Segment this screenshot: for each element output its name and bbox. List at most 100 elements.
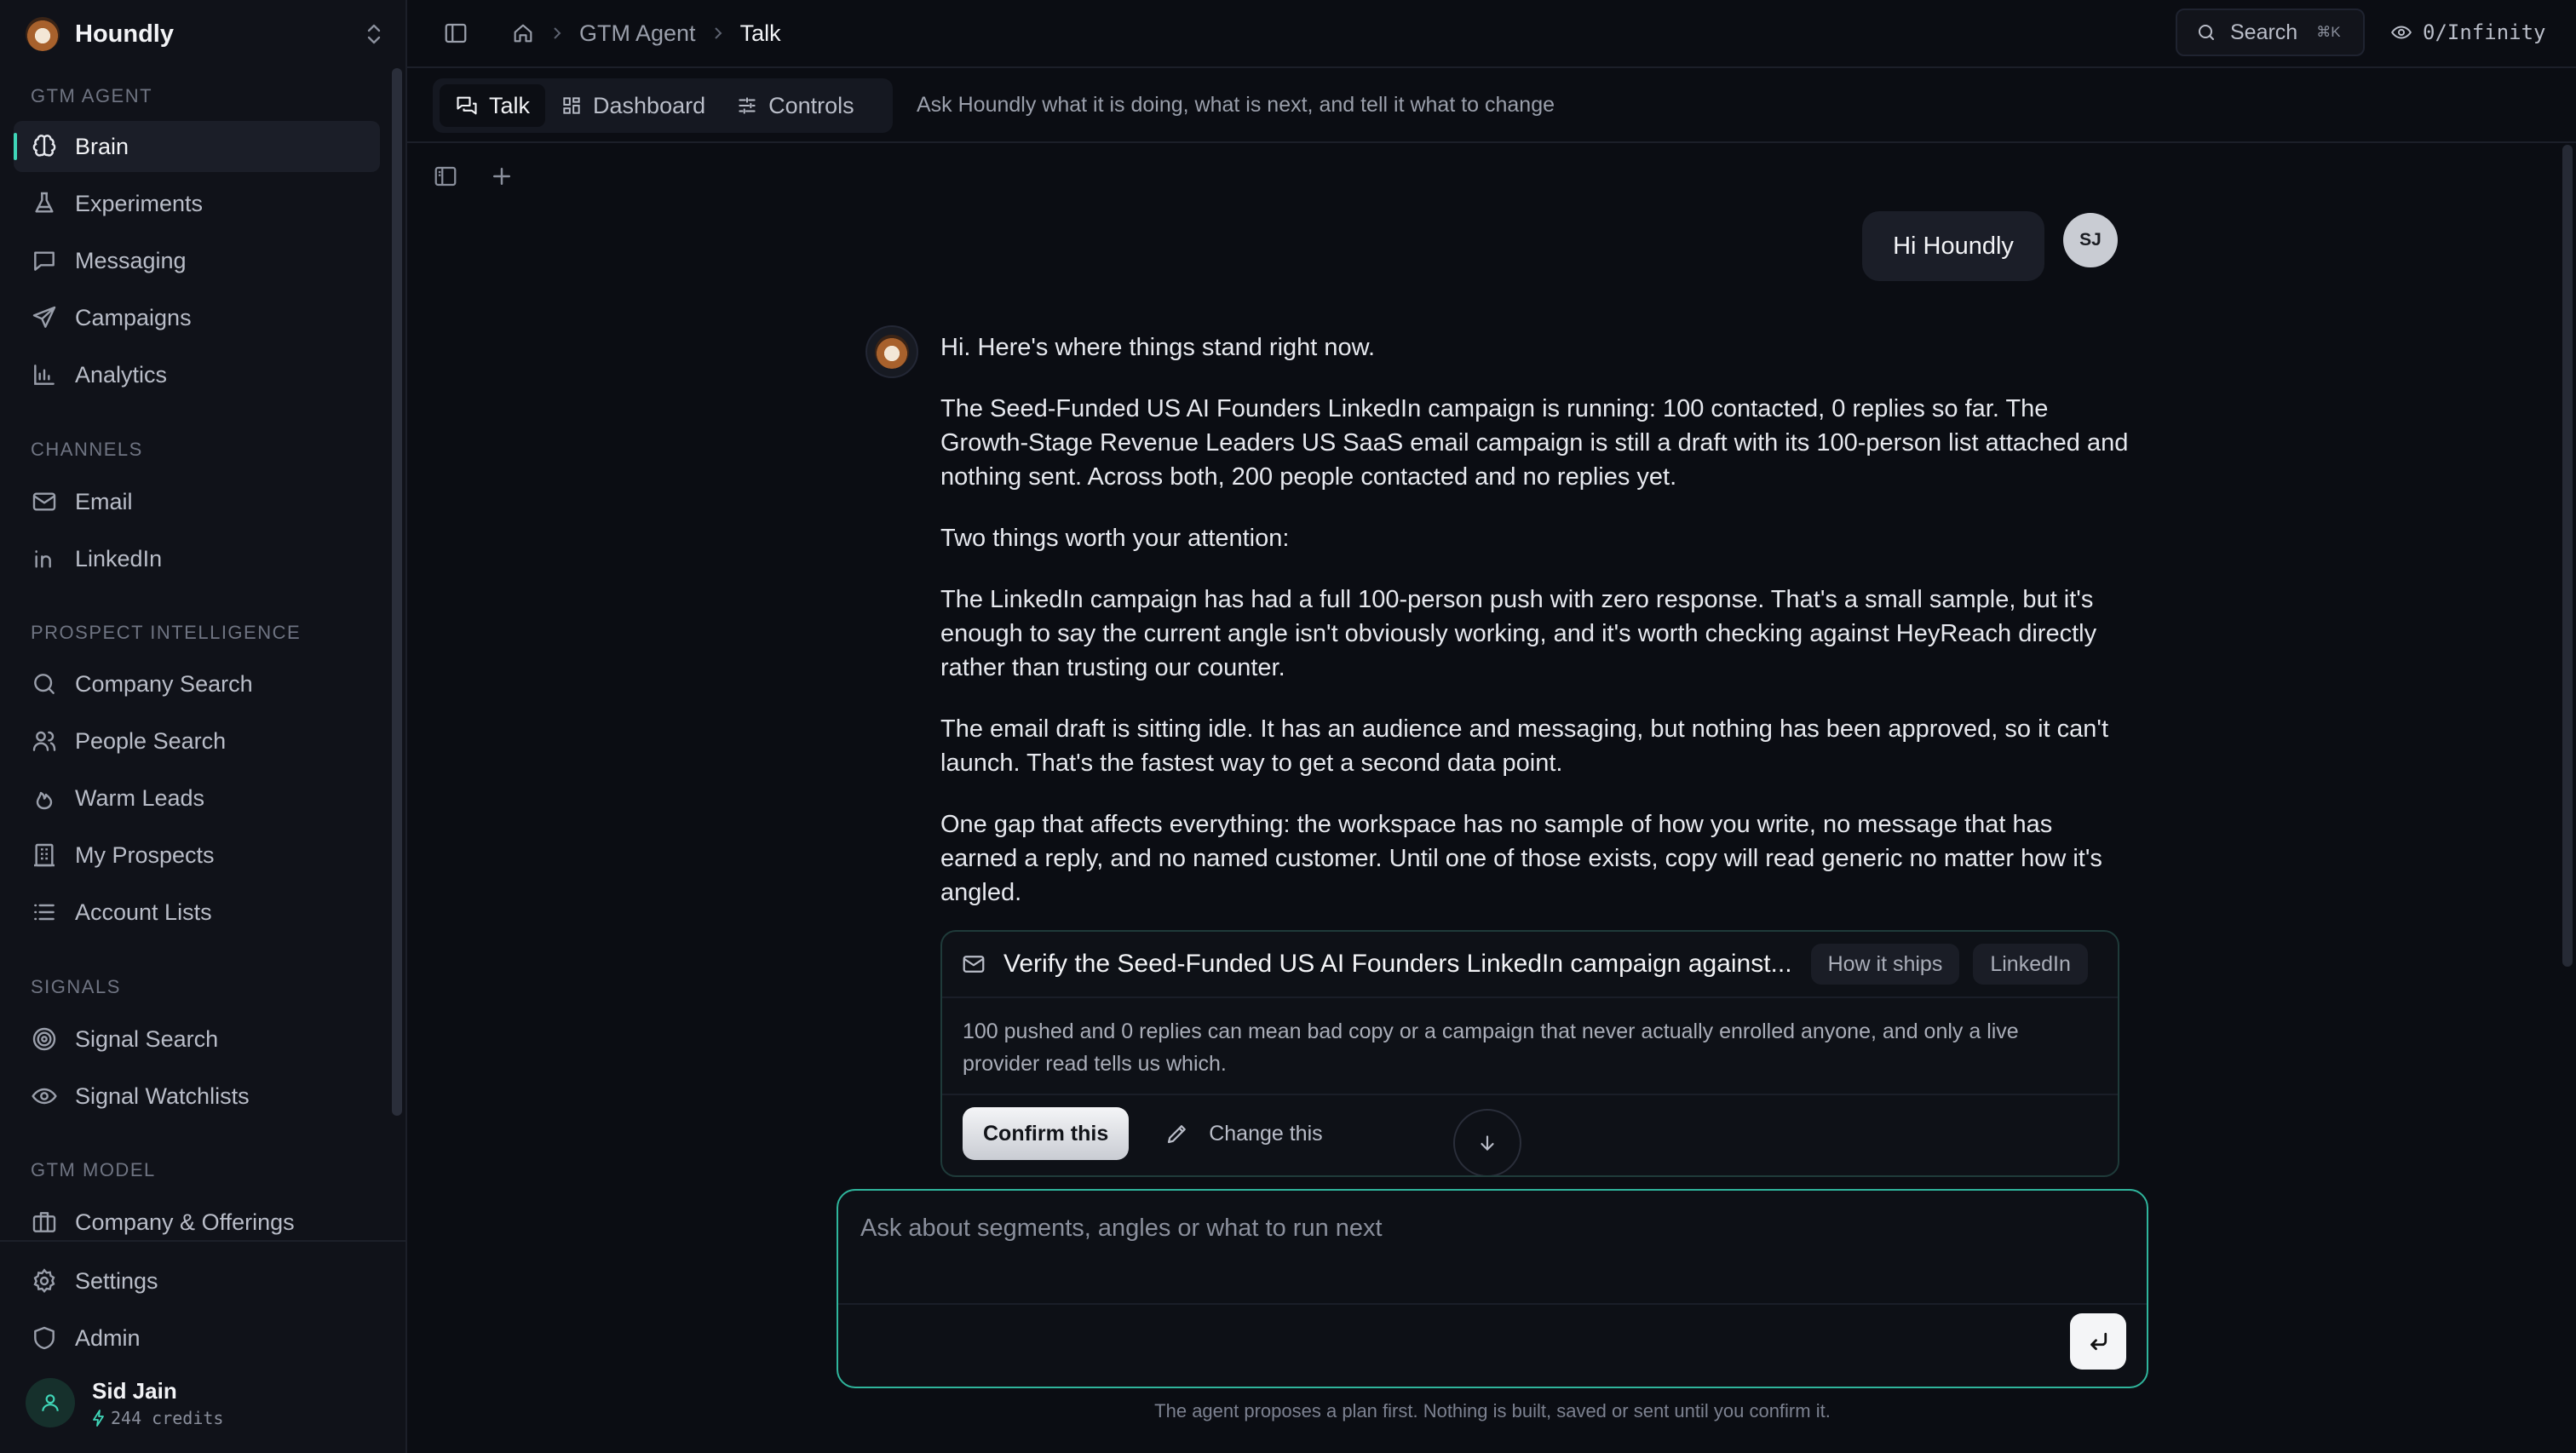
search-icon — [31, 670, 58, 698]
chat-toolbar — [433, 164, 515, 189]
sidebar-item-people-search[interactable]: People Search — [14, 715, 380, 767]
sidebar-item-warm-leads[interactable]: Warm Leads — [14, 772, 380, 824]
chat-icon — [455, 94, 479, 118]
gear-icon — [31, 1267, 58, 1295]
bar-chart-icon — [31, 361, 58, 388]
agent-message-paragraph: Hi. Here's where things stand right now. — [940, 334, 1376, 361]
home-icon[interactable] — [511, 21, 535, 45]
user-name: Sid Jain — [92, 1377, 177, 1404]
sidebar-item-label: LinkedIn — [75, 545, 163, 571]
tag-linkedin: LinkedIn — [1973, 944, 2088, 985]
sidebar-item-label: Messaging — [75, 247, 187, 273]
breadcrumb-gtm-agent[interactable]: GTM Agent — [579, 20, 696, 47]
send-icon — [31, 304, 58, 331]
proposal-card: Verify the Seed-Funded US AI Founders Li… — [940, 930, 2119, 1177]
agent-message-paragraph: The email draft is sitting idle. It has … — [940, 715, 2109, 777]
sidebar-item-company-search[interactable]: Company Search — [14, 658, 380, 709]
section-label-gtm-agent: GTM AGENT — [31, 85, 153, 106]
chevron-up-down-icon — [365, 21, 383, 47]
sidebar-item-label: Brain — [75, 133, 129, 159]
linkedin-icon — [31, 545, 58, 572]
sidebar-item-label: Warm Leads — [75, 784, 205, 811]
sidebar-item-linkedin[interactable]: LinkedIn — [14, 533, 380, 584]
building-icon — [31, 841, 58, 869]
proposal-title: Verify the Seed-Funded US AI Founders Li… — [1003, 950, 1792, 978]
top-bar: GTM Agent Talk Search ⌘K 0/Infinity — [407, 0, 2576, 68]
workspace-switcher[interactable]: Houndly — [26, 17, 383, 51]
tab-hint: Ask Houndly what it is doing, what is ne… — [917, 93, 1555, 117]
sidebar-item-label: Company & Offerings — [75, 1209, 295, 1235]
sidebar-item-signal-watchlists[interactable]: Signal Watchlists — [14, 1071, 380, 1122]
breadcrumb: GTM Agent Talk — [443, 20, 781, 47]
sidebar-item-experiments[interactable]: Experiments — [14, 178, 380, 229]
houndly-logo — [26, 17, 60, 51]
section-label-channels: CHANNELS — [31, 439, 143, 460]
section-label-prospect-intelligence: PROSPECT INTELLIGENCE — [31, 622, 302, 643]
sidebar-item-signal-search[interactable]: Signal Search — [14, 1014, 380, 1065]
agent-message-paragraph: Two things worth your attention: — [940, 525, 1290, 552]
section-label-gtm-model: GTM MODEL — [31, 1159, 156, 1180]
sidebar-item-email[interactable]: Email — [14, 476, 380, 527]
sidebar-item-label: Signal Search — [75, 1025, 219, 1052]
tab-dashboard[interactable]: Dashboard — [545, 84, 721, 127]
message-input[interactable] — [860, 1215, 2053, 1243]
sidebar-item-settings[interactable]: Settings — [14, 1255, 380, 1307]
confirm-button[interactable]: Confirm this — [963, 1107, 1130, 1160]
list-icon — [31, 899, 58, 926]
arrow-down-icon — [1476, 1132, 1498, 1154]
agent-message-paragraph: The LinkedIn campaign has had a full 100… — [940, 586, 2097, 681]
chat-scrollbar[interactable] — [2562, 145, 2573, 967]
sidebar-item-label: Email — [75, 488, 133, 514]
sidebar-item-campaigns[interactable]: Campaigns — [14, 292, 380, 343]
sidebar-item-label: People Search — [75, 727, 227, 754]
search-button[interactable]: Search ⌘K — [2176, 9, 2365, 56]
panel-toggle-icon[interactable] — [433, 164, 458, 189]
sidebar-item-label: Signal Watchlists — [75, 1083, 250, 1109]
sidebar-item-label: My Prospects — [75, 841, 215, 868]
mail-icon — [31, 488, 58, 515]
footer-note: The agent proposes a plan first. Nothing… — [1154, 1400, 1831, 1421]
credits-count: 244 credits — [92, 1408, 223, 1428]
new-chat-icon[interactable] — [489, 164, 515, 189]
message-icon — [31, 247, 58, 274]
scroll-to-bottom-button[interactable] — [1453, 1109, 1521, 1175]
proposal-description: 100 pushed and 0 replies can mean bad co… — [942, 998, 2118, 1095]
brand-name: Houndly — [75, 20, 174, 48]
sidebar-scrollbar[interactable] — [392, 68, 402, 1116]
brain-icon — [31, 133, 58, 160]
avatar: SJ — [2063, 213, 2118, 267]
flask-icon — [31, 190, 58, 217]
shield-icon — [31, 1324, 58, 1352]
sidebar-item-admin[interactable]: Admin — [14, 1312, 380, 1364]
send-button[interactable] — [2070, 1313, 2126, 1370]
section-label-signals: SIGNALS — [31, 976, 121, 997]
sidebar-item-label: Analytics — [75, 361, 168, 388]
toggle-sidebar-icon[interactable] — [443, 20, 469, 46]
agent-message-paragraph: One gap that affects everything: the wor… — [940, 811, 2102, 906]
change-button[interactable]: Change this — [1164, 1121, 1323, 1146]
composer-divider — [838, 1303, 2147, 1305]
people-icon — [31, 727, 58, 755]
view-tabs: Talk Dashboard Controls — [433, 78, 893, 133]
houndly-logo — [875, 335, 909, 369]
usage-counter[interactable]: 0/Infinity — [2390, 9, 2546, 56]
chevron-right-icon — [550, 24, 564, 43]
eye-icon — [31, 1083, 58, 1110]
sidebar-item-label: Account Lists — [75, 899, 212, 925]
tab-controls[interactable]: Controls — [721, 84, 870, 127]
sidebar-divider — [0, 1240, 405, 1242]
sidebar-item-account-lists[interactable]: Account Lists — [14, 887, 380, 938]
sidebar-item-messaging[interactable]: Messaging — [14, 235, 380, 286]
tab-talk[interactable]: Talk — [440, 84, 546, 127]
sidebar-item-label: Admin — [75, 1324, 141, 1351]
user-profile[interactable]: Sid Jain 244 credits — [26, 1375, 383, 1431]
sidebar-item-label: Campaigns — [75, 304, 192, 330]
usage-value: 0/Infinity — [2423, 20, 2546, 44]
sidebar-item-label: Experiments — [75, 190, 204, 216]
bolt-icon — [93, 1409, 104, 1427]
sidebar-item-analytics[interactable]: Analytics — [14, 349, 380, 400]
agent-message-paragraph: The Seed-Funded US AI Founders LinkedIn … — [940, 395, 2129, 491]
sidebar-item-my-prospects[interactable]: My Prospects — [14, 830, 380, 881]
sidebar-item-brain[interactable]: Brain — [14, 121, 380, 172]
agent-avatar — [865, 325, 918, 378]
